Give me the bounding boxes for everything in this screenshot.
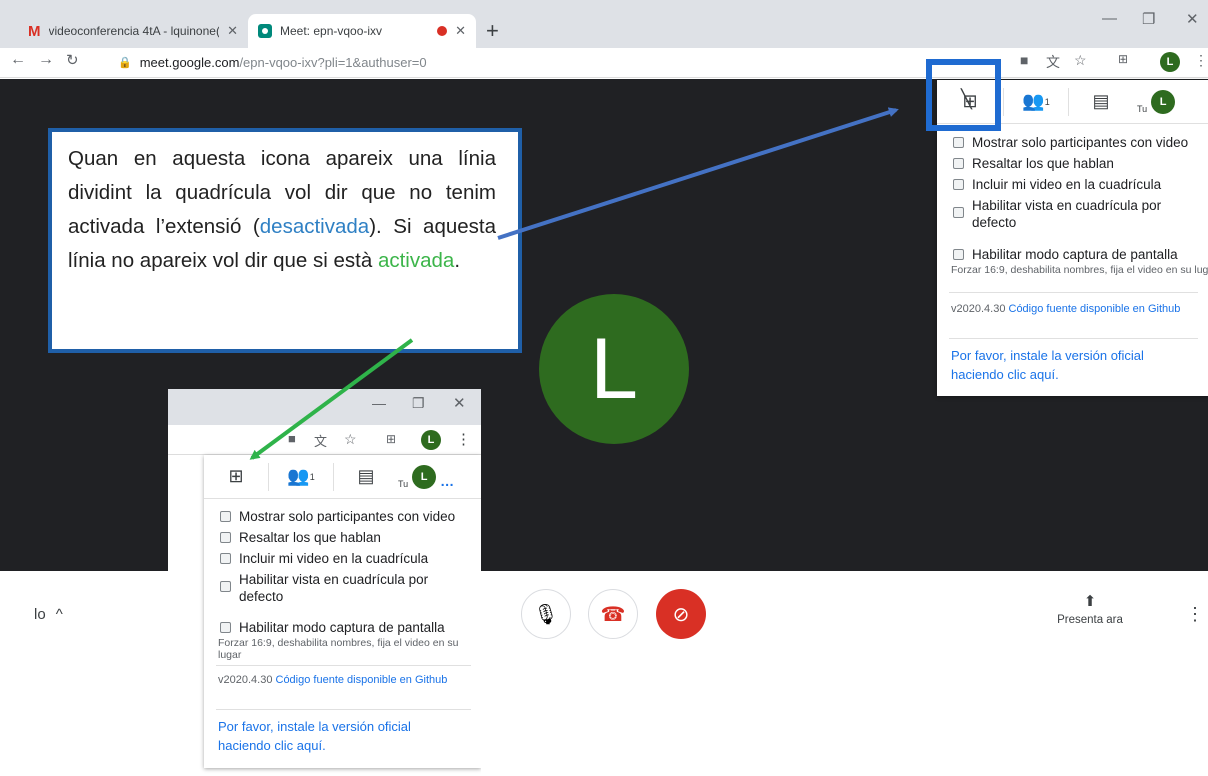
green-arrow (249, 338, 414, 460)
blue-arrow (497, 107, 899, 240)
annotation-arrows (249, 107, 899, 460)
